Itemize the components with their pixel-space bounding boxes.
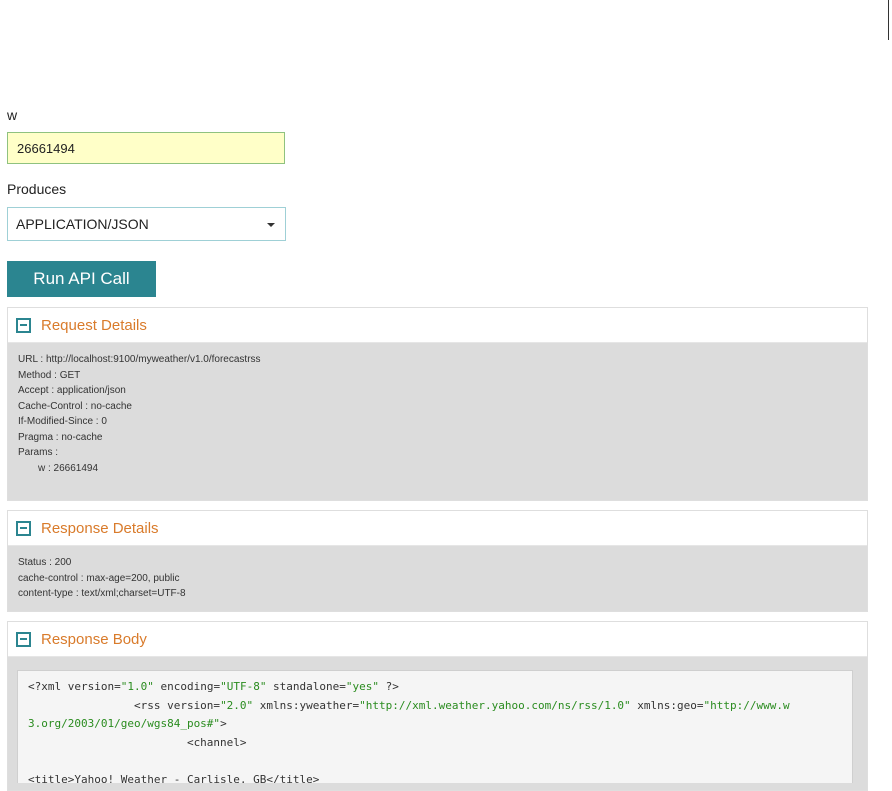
- response-body-header[interactable]: Response Body: [8, 622, 867, 657]
- request-details-header[interactable]: Request Details: [8, 308, 867, 343]
- collapse-icon[interactable]: [16, 631, 31, 647]
- response-body-code: <?xml version="1.0" encoding="UTF-8" sta…: [17, 670, 853, 783]
- request-param-line: w : 26661494: [38, 462, 99, 474]
- collapse-icon[interactable]: [16, 520, 31, 536]
- window-edge-line: [888, 0, 889, 40]
- code-line: <channel>: [28, 735, 247, 749]
- code-line: <rss version="2.0" xmlns:yweather="http:…: [28, 698, 790, 712]
- produces-select[interactable]: APPLICATION/JSON: [7, 207, 286, 241]
- collapse-icon[interactable]: [16, 317, 31, 333]
- request-line: Cache-Control : no-cache: [18, 400, 132, 412]
- response-details-title: Response Details: [41, 519, 159, 537]
- request-line: Params :: [18, 447, 59, 458]
- produces-selected-value: APPLICATION/JSON: [16, 216, 149, 232]
- request-details-title: Request Details: [41, 316, 147, 334]
- request-details-panel: Request Details URL : http://localhost:9…: [7, 307, 868, 501]
- response-line: content-type : text/xml;charset=UTF-8: [18, 588, 186, 599]
- request-details-body: URL : http://localhost:9100/myweather/v1…: [8, 343, 867, 485]
- request-line: If-Modified-Since : 0: [18, 416, 107, 427]
- produces-label: Produces: [7, 181, 67, 197]
- run-api-call-button[interactable]: Run API Call: [7, 261, 156, 297]
- response-body-title: Response Body: [41, 630, 147, 648]
- response-details-panel: Response Details Status : 200 cache-cont…: [7, 510, 868, 612]
- request-line: Pragma : no-cache: [18, 431, 103, 443]
- response-line: Status : 200: [18, 557, 72, 568]
- response-line: cache-control : max-age=200, public: [18, 572, 180, 584]
- response-details-header[interactable]: Response Details: [8, 511, 867, 546]
- w-label: w: [7, 107, 18, 123]
- caret-down-icon: [267, 223, 275, 227]
- w-input[interactable]: [7, 132, 285, 164]
- response-details-body: Status : 200 cache-control : max-age=200…: [8, 546, 867, 611]
- code-line: 3.org/2003/01/geo/wgs84_pos#">: [28, 717, 227, 730]
- code-line: <?xml version="1.0" encoding="UTF-8" sta…: [28, 680, 399, 693]
- request-line: URL : http://localhost:9100/myweather/v1…: [18, 354, 261, 365]
- request-line: Accept : application/json: [18, 385, 126, 396]
- request-line: Method : GET: [18, 369, 81, 381]
- code-line: <title>Yahoo! Weather - Carlisle, GB</ti…: [28, 772, 320, 784]
